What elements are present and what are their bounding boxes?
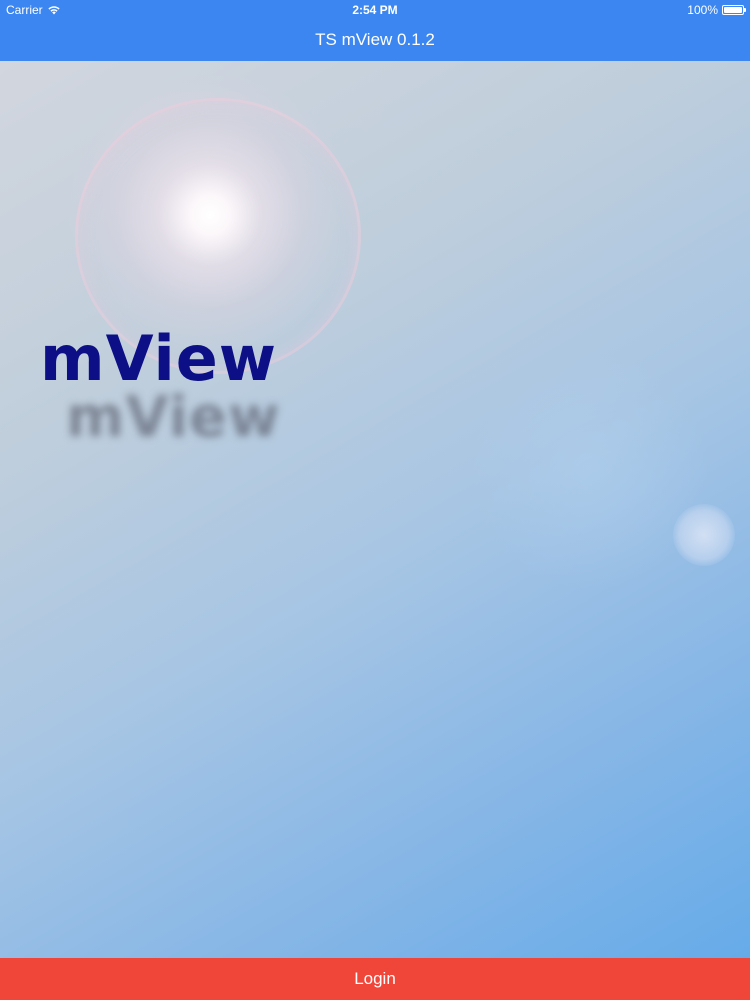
status-time: 2:54 PM (352, 3, 398, 17)
app-logo: mView (40, 322, 278, 395)
battery-icon (722, 5, 746, 15)
login-button[interactable]: Login (0, 958, 750, 1000)
battery-percent: 100% (687, 3, 718, 17)
app-screen: Carrier 2:54 PM 100% TS mView 0.1.2 mVie… (0, 0, 750, 1000)
status-battery: 100% (687, 0, 746, 20)
lens-flare-dot (673, 504, 735, 566)
logo-reflection: mView (66, 385, 281, 450)
status-bar: Carrier 2:54 PM 100% (0, 0, 750, 20)
hero-background (0, 61, 750, 958)
page-title: TS mView 0.1.2 (315, 30, 435, 49)
header-bar: Carrier 2:54 PM 100% TS mView 0.1.2 (0, 0, 750, 61)
lens-flare-soft (470, 351, 710, 591)
